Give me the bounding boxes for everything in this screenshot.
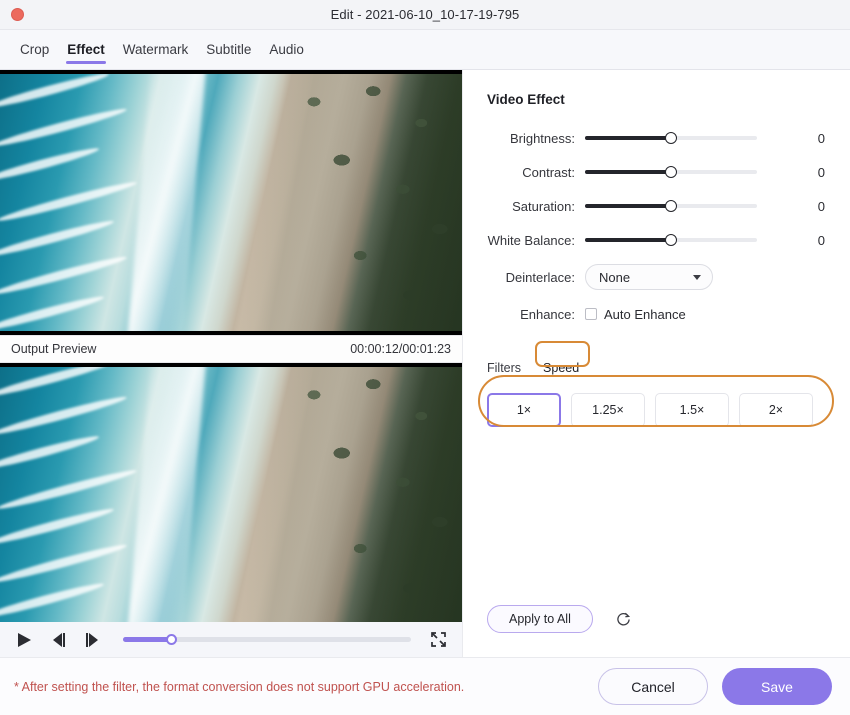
brightness-value: 0 (817, 130, 825, 146)
contrast-slider[interactable] (585, 166, 757, 178)
playback-bar (0, 622, 462, 657)
play-icon[interactable] (13, 629, 35, 651)
deinterlace-value: None (599, 269, 631, 285)
reset-icon[interactable] (615, 611, 632, 628)
playback-progress-slider[interactable] (123, 634, 411, 645)
speed-option-1.5x[interactable]: 1.5× (655, 393, 729, 427)
white-balance-row: White Balance: 0 (487, 223, 826, 257)
auto-enhance-checkbox[interactable] (585, 308, 597, 320)
tab-bar: Crop Effect Watermark Subtitle Audio (0, 30, 850, 70)
next-frame-icon[interactable] (81, 629, 103, 651)
save-button[interactable]: Save (722, 668, 832, 705)
video-frame-source (0, 70, 462, 335)
saturation-value: 0 (817, 198, 825, 214)
deinterlace-label: Deinterlace: (505, 269, 575, 285)
tab-label: Watermark (122, 42, 189, 57)
output-preview-video[interactable] (0, 363, 462, 628)
white-balance-value: 0 (817, 232, 825, 248)
tab-label: Subtitle (206, 42, 252, 57)
contrast-value: 0 (817, 164, 825, 180)
deinterlace-select[interactable]: None (585, 264, 713, 290)
saturation-row: Saturation: 0 (487, 189, 826, 223)
source-preview-video[interactable] (0, 70, 462, 335)
contrast-label: Contrast: (522, 164, 575, 180)
contrast-row: Contrast: 0 (487, 155, 826, 189)
cancel-label: Cancel (631, 678, 675, 695)
tab-label: Crop (20, 42, 50, 57)
tab-watermark[interactable]: Watermark (114, 30, 198, 70)
tab-speed[interactable]: Speed (543, 361, 579, 375)
white-balance-label: White Balance: (487, 232, 575, 248)
brightness-row: Brightness: 0 (487, 121, 826, 155)
deinterlace-row: Deinterlace: None (487, 257, 826, 297)
speed-option-1x[interactable]: 1× (487, 393, 561, 427)
footer-bar: * After setting the filter, the format c… (0, 657, 850, 715)
fullscreen-icon[interactable] (427, 629, 449, 651)
preview-column: Output Preview 00:00:12/00:01:23 (0, 70, 462, 657)
apply-to-all-label: Apply to All (509, 612, 571, 626)
speed-option-2x[interactable]: 2× (739, 393, 813, 427)
speed-label: 2× (768, 403, 784, 417)
footer-buttons: Cancel Save (598, 668, 832, 705)
apply-to-all-button[interactable]: Apply to All (487, 605, 593, 633)
timecode: 00:00:12/00:01:23 (350, 342, 451, 356)
tab-crop[interactable]: Crop (11, 30, 58, 70)
brightness-slider[interactable] (585, 132, 757, 144)
tab-label: Effect (67, 42, 105, 57)
auto-enhance-label: Auto Enhance (604, 306, 686, 322)
tab-filters[interactable]: Filters (487, 361, 521, 375)
tab-audio[interactable]: Audio (260, 30, 313, 70)
title-bar: Edit - 2021-06-10_10-17-19-795 (0, 0, 850, 30)
chevron-down-icon (693, 274, 701, 280)
enhance-row: Enhance: Auto Enhance (487, 297, 826, 331)
previous-frame-icon[interactable] (47, 629, 69, 651)
tab-subtitle[interactable]: Subtitle (197, 30, 260, 70)
filter-tab-bar: Filters Speed (487, 361, 826, 375)
output-preview-bar: Output Preview 00:00:12/00:01:23 (0, 335, 462, 363)
speed-label: 1.25× (592, 403, 624, 417)
brightness-label: Brightness: (509, 130, 575, 146)
video-effect-title: Video Effect (487, 92, 565, 107)
edit-window: Edit - 2021-06-10_10-17-19-795 Crop Effe… (0, 0, 850, 715)
speed-option-1.25x[interactable]: 1.25× (571, 393, 645, 427)
speed-label: 1.5× (679, 403, 705, 417)
enhance-label: Enhance: (520, 306, 575, 322)
video-frame-output (0, 363, 462, 628)
speed-options: 1× 1.25× 1.5× 2× (487, 393, 826, 427)
effect-panel: Video Effect Brightness: 0 Contrast: 0 S… (462, 70, 850, 657)
window-title: Edit - 2021-06-10_10-17-19-795 (330, 7, 520, 22)
tab-effect[interactable]: Effect (58, 30, 114, 70)
speed-label: 1× (516, 403, 532, 417)
white-balance-slider[interactable] (585, 234, 757, 246)
output-preview-label: Output Preview (11, 342, 97, 356)
cancel-button[interactable]: Cancel (598, 668, 708, 705)
gpu-warning-text: * After setting the filter, the format c… (14, 679, 465, 694)
saturation-slider[interactable] (585, 200, 757, 212)
apply-row: Apply to All (487, 605, 632, 633)
tab-label: Audio (269, 42, 304, 57)
saturation-label: Saturation: (512, 198, 575, 214)
save-label: Save (761, 678, 793, 695)
